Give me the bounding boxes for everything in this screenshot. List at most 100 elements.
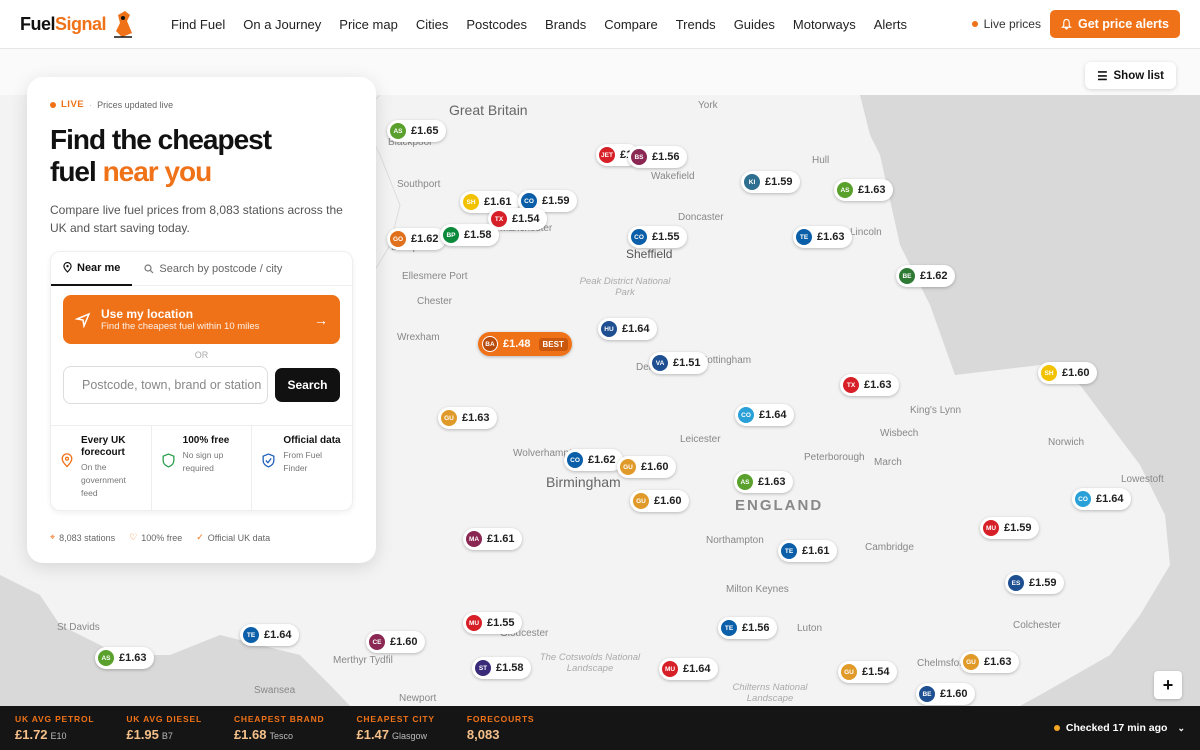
place-label: Swansea — [254, 685, 296, 696]
brand-badge: MA — [466, 531, 482, 547]
stat-value: £1.68 — [233, 727, 267, 742]
search-button[interactable]: Search — [275, 368, 340, 402]
station-marker[interactable]: MU £1.55 — [463, 612, 522, 634]
stat-label: FORECOURTS — [466, 714, 535, 724]
last-checked-toggle[interactable]: Checked 17 min ago ⌄ — [1053, 722, 1185, 734]
nav-link-brands[interactable]: Brands — [536, 0, 595, 49]
check-shield-icon — [262, 453, 275, 510]
station-marker[interactable]: BE £1.60 — [916, 683, 975, 705]
nav-link-cities[interactable]: Cities — [407, 0, 458, 49]
station-price: £1.63 — [984, 656, 1012, 668]
station-marker[interactable]: BP £1.58 — [440, 224, 499, 246]
station-marker[interactable]: CO £1.64 — [735, 404, 794, 426]
station-marker[interactable]: BS £1.56 — [628, 146, 687, 168]
prices-updated-label: Prices updated live — [97, 99, 174, 110]
station-marker[interactable]: MU £1.64 — [659, 658, 718, 680]
station-marker[interactable]: GU £1.60 — [630, 490, 689, 512]
station-marker[interactable]: AS £1.63 — [95, 647, 154, 669]
station-marker[interactable]: MU £1.59 — [980, 517, 1039, 539]
station-marker[interactable]: TE £1.63 — [793, 226, 852, 248]
hero-title: Find the cheapest fuel near you — [50, 124, 353, 188]
tab-near-me-label: Near me — [77, 261, 121, 274]
station-marker[interactable]: AS £1.63 — [834, 179, 893, 201]
station-marker[interactable]: TE £1.64 — [240, 624, 299, 646]
place-label: Nottingham — [700, 355, 752, 366]
zoom-in-button[interactable]: + — [1154, 671, 1182, 699]
brand-badge: MU — [466, 615, 482, 631]
nav-link-find-fuel[interactable]: Find Fuel — [162, 0, 234, 49]
get-price-alerts-button[interactable]: Get price alerts — [1049, 10, 1180, 38]
station-price: £1.54 — [512, 213, 540, 225]
tab-near-me[interactable]: Near me — [51, 252, 133, 286]
use-my-location-button[interactable]: Use my location Find the cheapest fuel w… — [63, 295, 340, 344]
nav-link-compare[interactable]: Compare — [595, 0, 666, 49]
brand-badge: GU — [441, 410, 457, 426]
station-price: £1.51 — [673, 357, 701, 369]
show-list-button[interactable]: ☰ Show list — [1085, 62, 1176, 89]
best-price-marker[interactable]: BA £1.48 BEST — [478, 332, 572, 356]
nav-link-price-map[interactable]: Price map — [330, 0, 407, 49]
station-marker[interactable]: GU £1.54 — [838, 661, 897, 683]
fuelsignal-logo[interactable]: Fuel Signal — [20, 9, 136, 39]
brand-badge: CO — [738, 407, 754, 423]
brand-badge: ST — [475, 660, 491, 676]
nav-link-motorways[interactable]: Motorways — [784, 0, 865, 49]
nav-link-postcodes[interactable]: Postcodes — [457, 0, 536, 49]
station-marker[interactable]: KI £1.59 — [741, 171, 800, 193]
search-placeholder: Postcode, town, brand or station — [82, 378, 262, 392]
place-label: Wisbech — [880, 428, 919, 439]
nav-link-on-a-journey[interactable]: On a Journey — [234, 0, 330, 49]
status-dot-icon — [1053, 725, 1060, 731]
station-price: £1.55 — [652, 231, 680, 243]
station-marker[interactable]: CO £1.55 — [628, 226, 687, 248]
hero-title-fuel: fuel — [50, 156, 103, 187]
stats-list: UK AVG PETROL £1.72 E10 UK AVG DIESEL £1.95 B… — [15, 714, 566, 742]
station-price: £1.60 — [654, 495, 682, 507]
station-marker[interactable]: HU £1.64 — [598, 318, 657, 340]
station-marker[interactable]: VA £1.51 — [649, 352, 708, 374]
tab-search-label: Search by postcode / city — [159, 262, 283, 275]
station-price: £1.60 — [641, 461, 669, 473]
place-label: Newport — [399, 693, 437, 704]
station-marker[interactable]: ES £1.59 — [1005, 572, 1064, 594]
station-marker[interactable]: GU £1.60 — [617, 456, 676, 478]
station-marker[interactable]: GU £1.63 — [438, 407, 497, 429]
station-price: £1.63 — [462, 412, 490, 424]
station-marker[interactable]: TE £1.56 — [718, 617, 777, 639]
station-marker[interactable]: CO £1.62 — [564, 449, 623, 471]
hero-title-line1: Find the cheapest — [50, 124, 272, 155]
station-marker[interactable]: SH £1.60 — [1038, 362, 1097, 384]
station-marker[interactable]: GU £1.63 — [960, 651, 1019, 673]
live-dot-icon — [50, 101, 56, 108]
location-search-input[interactable]: Postcode, town, brand or station — [63, 366, 268, 404]
place-label: Peak District National Park — [579, 276, 671, 298]
brand-badge: TE — [796, 229, 812, 245]
search-icon — [144, 263, 154, 273]
station-marker[interactable]: TX £1.54 — [488, 208, 547, 230]
station-marker[interactable]: CO £1.64 — [1072, 488, 1131, 510]
station-marker[interactable]: MA £1.61 — [463, 528, 522, 550]
station-marker[interactable]: AS £1.65 — [387, 120, 446, 142]
stat-label: CHEAPEST BRAND — [233, 714, 325, 724]
station-marker[interactable]: TX £1.63 — [840, 374, 899, 396]
nav-link-trends[interactable]: Trends — [667, 0, 725, 49]
station-marker[interactable]: ST £1.58 — [472, 657, 531, 679]
last-checked-label: Checked 17 min ago — [1065, 722, 1168, 734]
nav-link-alerts[interactable]: Alerts — [865, 0, 916, 49]
place-label: Lowestoft — [1121, 474, 1164, 485]
tab-search-postcode[interactable]: Search by postcode / city — [132, 252, 294, 286]
station-marker[interactable]: AS £1.63 — [734, 471, 793, 493]
location-arrow-icon — [75, 312, 91, 328]
stat-sub: Tesco — [269, 731, 293, 741]
place-label: Colchester — [1013, 620, 1061, 631]
stat-item: CHEAPEST CITY £1.47 Glasgow — [356, 714, 434, 742]
station-marker[interactable]: TE £1.61 — [778, 540, 837, 562]
stat-value: £1.95 — [126, 727, 159, 742]
station-marker[interactable]: BE £1.62 — [896, 265, 955, 287]
station-marker[interactable]: GO £1.62 — [387, 228, 446, 250]
brand-badge: SH — [1041, 365, 1057, 381]
station-marker[interactable]: CE £1.60 — [366, 631, 425, 653]
stat-sub: B7 — [161, 731, 173, 741]
nav-link-guides[interactable]: Guides — [725, 0, 784, 49]
stat-item: FORECOURTS 8,083 — [467, 714, 535, 742]
